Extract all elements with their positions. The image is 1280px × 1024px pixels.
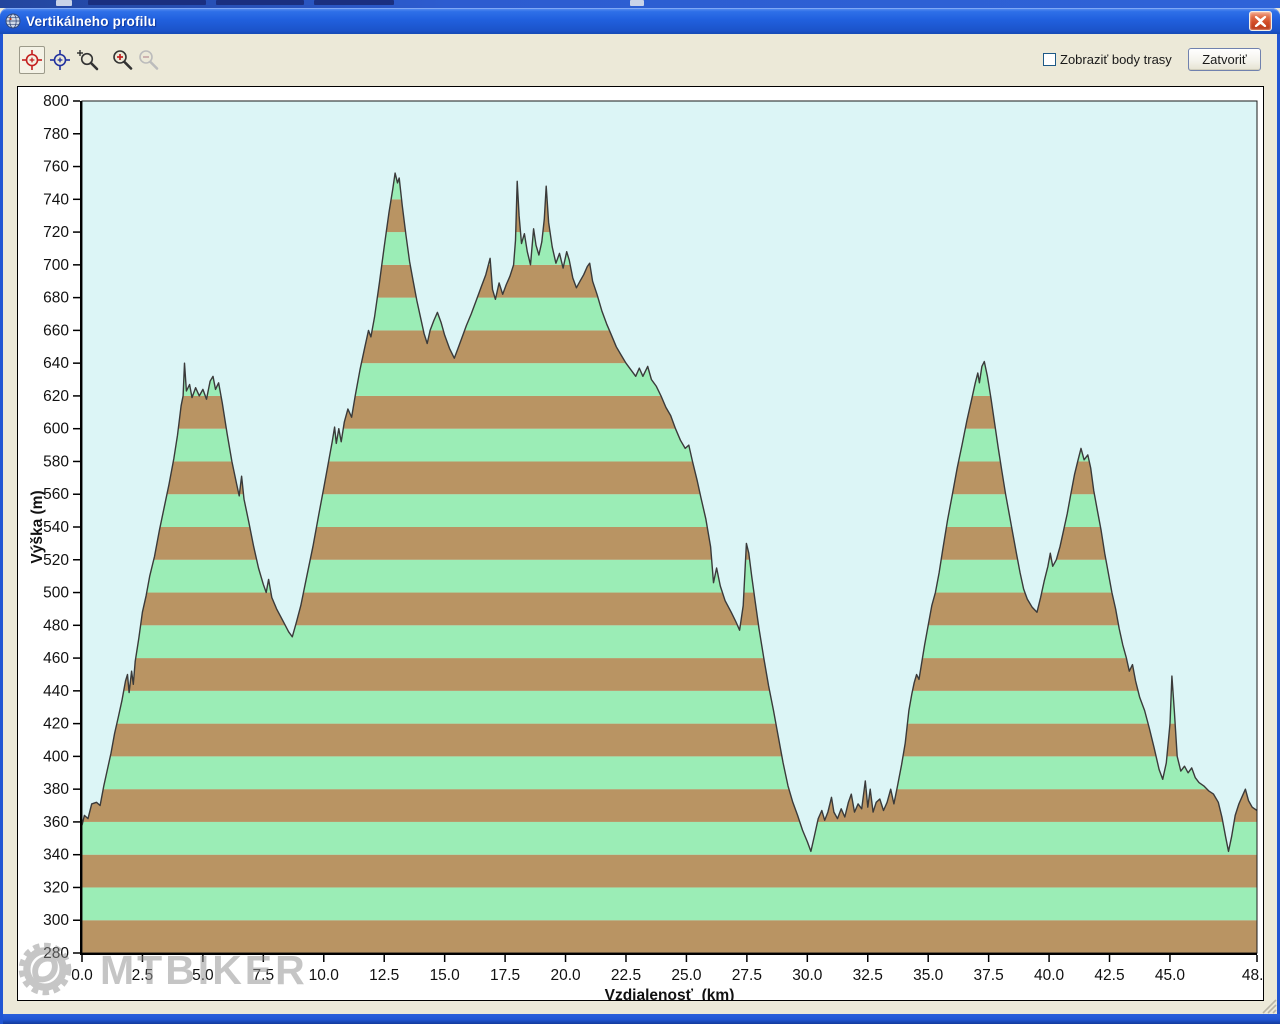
x-tick-label: 32.5 <box>853 967 883 984</box>
y-tick-label: 380 <box>43 781 69 798</box>
x-tick-label: 2.5 <box>132 967 154 984</box>
window-resize-grip[interactable] <box>1259 998 1277 1014</box>
x-tick-label: 20.0 <box>550 967 581 984</box>
zoom-out-button[interactable] <box>135 46 161 74</box>
y-tick-label: 600 <box>43 421 69 438</box>
y-tick-label: 320 <box>43 879 69 896</box>
zoom-in-icon <box>110 48 134 72</box>
elevation-chart-canvas[interactable]: 280 300 320 340 360 380 400 420 440 460 480 500 520 5… <box>17 86 1264 1001</box>
crosshair-blue-icon <box>49 49 71 71</box>
y-tick-label: 300 <box>43 912 69 929</box>
x-tick-label: 30.0 <box>792 967 823 984</box>
x-tick-label: 17.5 <box>490 967 520 984</box>
close-window-button[interactable] <box>1249 11 1272 31</box>
x-tick-label: 10.0 <box>309 967 340 984</box>
x-tick-label: 45.0 <box>1155 967 1186 984</box>
show-track-points-checkbox[interactable] <box>1043 53 1056 66</box>
y-tick-label: 620 <box>43 388 69 405</box>
window-bottom-border <box>3 1014 1280 1024</box>
zoom-area-button[interactable] <box>75 46 101 74</box>
y-tick-label: 340 <box>43 847 69 864</box>
zoom-out-icon <box>136 48 160 72</box>
profile-window: Vertikálneho profilu <box>0 8 1280 1024</box>
y-tick-label: 520 <box>43 552 69 569</box>
y-tick-label: 420 <box>43 716 69 733</box>
y-tick-label: 440 <box>43 683 69 700</box>
track-position-button[interactable] <box>19 46 45 74</box>
y-tick-label: 640 <box>43 355 69 372</box>
y-tick-label: 760 <box>43 159 69 176</box>
y-tick-label: 480 <box>43 617 69 634</box>
background-title-fragment <box>216 0 304 5</box>
x-tick-label: 35.0 <box>913 967 944 984</box>
y-tick-label: 560 <box>43 486 69 503</box>
x-tick-label: 27.5 <box>732 967 762 984</box>
x-axis-title: Vzdialenosť (km) <box>605 987 735 1000</box>
y-tick-label: 660 <box>43 322 69 339</box>
y-tick-label: 360 <box>43 814 69 831</box>
show-track-points-label: Zobraziť body trasy <box>1060 52 1172 67</box>
close-icon <box>1254 16 1267 27</box>
x-tick-label: 48.6 <box>1242 967 1263 984</box>
y-tick-label: 400 <box>43 748 69 765</box>
crosshair-red-icon <box>21 49 43 71</box>
x-tick-label: 0.0 <box>71 967 93 984</box>
x-tick-label: 7.5 <box>253 967 275 984</box>
y-tick-label: 780 <box>43 126 69 143</box>
background-window-icon <box>56 0 72 6</box>
window-icon <box>5 13 21 29</box>
y-tick-label: 800 <box>43 93 69 110</box>
x-tick-label: 15.0 <box>430 967 461 984</box>
y-axis-title: Výška (m) <box>29 490 46 563</box>
x-tick-label: 25.0 <box>671 967 702 984</box>
zoom-select-icon <box>76 48 100 72</box>
y-tick-label: 460 <box>43 650 69 667</box>
close-dialog-button[interactable]: Zatvoriť <box>1188 48 1261 71</box>
zoom-in-button[interactable] <box>109 46 135 74</box>
x-tick-label: 37.5 <box>974 967 1004 984</box>
y-tick-label: 700 <box>43 257 69 274</box>
toolbar: Zobraziť body trasy Zatvoriť <box>3 34 1277 86</box>
y-tick-label: 680 <box>43 290 69 307</box>
background-window-icon <box>630 0 644 6</box>
x-tick-label: 42.5 <box>1094 967 1124 984</box>
y-tick-label: 580 <box>43 453 69 470</box>
window-title: Vertikálneho profilu <box>26 14 156 29</box>
x-tick-label: 12.5 <box>369 967 399 984</box>
y-tick-label: 740 <box>43 191 69 208</box>
x-tick-label: 5.0 <box>192 967 214 984</box>
x-tick-label: 22.5 <box>611 967 641 984</box>
titlebar[interactable]: Vertikálneho profilu <box>0 8 1280 34</box>
y-tick-label: 720 <box>43 224 69 241</box>
center-map-button[interactable] <box>47 46 73 74</box>
background-title-fragment <box>88 0 206 5</box>
y-tick-label: 500 <box>43 585 69 602</box>
background-window-strip <box>0 0 1280 8</box>
y-tick-label: 280 <box>43 945 69 962</box>
background-title-fragment <box>314 0 394 5</box>
x-tick-label: 40.0 <box>1034 967 1065 984</box>
y-tick-label: 540 <box>43 519 69 536</box>
elevation-profile-plot[interactable]: 280 300 320 340 360 380 400 420 440 460 480 500 520 5… <box>18 87 1263 1000</box>
